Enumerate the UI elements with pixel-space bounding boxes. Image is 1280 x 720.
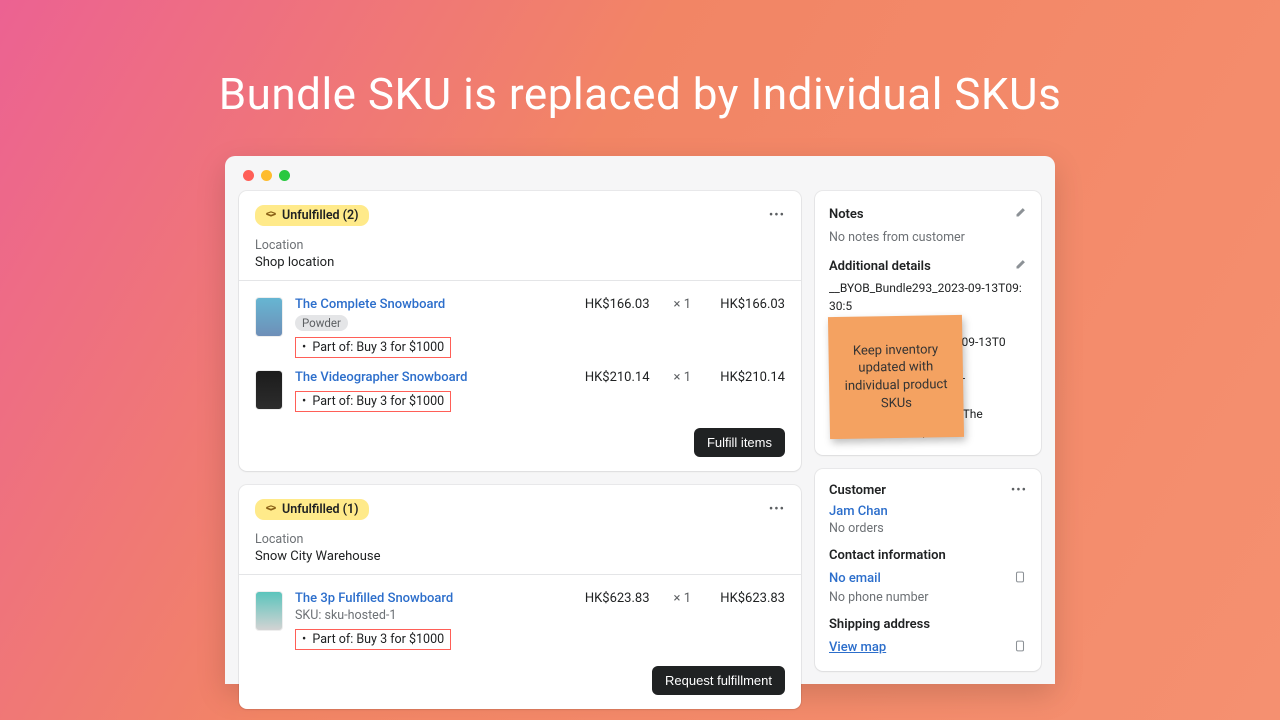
- fulfill-items-button[interactable]: Fulfill items: [694, 428, 785, 457]
- unfulfilled-badge: Unfulfilled (2): [255, 205, 369, 226]
- notes-heading: Notes: [829, 207, 864, 222]
- line-total: HK$166.03: [715, 297, 785, 312]
- line-qty: × 1: [662, 591, 703, 606]
- product-thumbnail[interactable]: [255, 370, 283, 410]
- variant-pill: Powder: [295, 315, 348, 331]
- side-column: Notes No notes from customer Additional …: [815, 191, 1041, 709]
- more-actions-button[interactable]: •••: [1011, 483, 1027, 498]
- view-map-link[interactable]: View map: [829, 640, 886, 655]
- line-item: The 3p Fulfilled Snowboard SKU: sku-host…: [255, 585, 785, 656]
- customer-orders: No orders: [829, 521, 1027, 536]
- shipping-address-heading: Shipping address: [829, 617, 1027, 632]
- hero-title: Bundle SKU is replaced by Individual SKU…: [0, 0, 1280, 156]
- badge-label: Unfulfilled (1): [282, 502, 359, 517]
- location-label: Location: [255, 532, 785, 547]
- line-price: HK$623.83: [585, 591, 650, 606]
- notes-empty: No notes from customer: [829, 230, 1027, 245]
- product-title-link[interactable]: The 3p Fulfilled Snowboard: [295, 591, 453, 606]
- line-qty: × 1: [662, 297, 703, 312]
- unfulfilled-badge: Unfulfilled (1): [255, 499, 369, 520]
- divider: [239, 574, 801, 575]
- no-email-link[interactable]: No email: [829, 571, 881, 586]
- badge-label: Unfulfilled (2): [282, 208, 359, 223]
- close-icon[interactable]: [243, 170, 254, 181]
- location-value: Snow City Warehouse: [255, 549, 785, 564]
- request-fulfillment-button[interactable]: Request fulfillment: [652, 666, 785, 695]
- product-thumbnail[interactable]: [255, 297, 283, 337]
- bundle-partof-highlight: Part of: Buy 3 for $1000: [295, 629, 451, 650]
- pencil-icon[interactable]: [1013, 205, 1027, 224]
- line-total: HK$210.14: [715, 370, 785, 385]
- clipboard-icon[interactable]: [1013, 569, 1027, 588]
- box-open-icon: [265, 504, 277, 516]
- pencil-icon[interactable]: [1013, 257, 1027, 276]
- line-total: HK$623.83: [715, 591, 785, 606]
- additional-details-heading: Additional details: [829, 259, 931, 274]
- customer-heading: Customer: [829, 483, 886, 498]
- sku-label: SKU: sku-hosted-1: [295, 608, 573, 623]
- app-window: Unfulfilled (2) ••• Location Shop locati…: [225, 156, 1055, 684]
- line-qty: × 1: [662, 370, 703, 385]
- fulfillment-card: Unfulfilled (1) ••• Location Snow City W…: [239, 485, 801, 709]
- divider: [239, 280, 801, 281]
- box-open-icon: [265, 210, 277, 222]
- minimize-icon[interactable]: [261, 170, 272, 181]
- more-actions-button[interactable]: •••: [769, 502, 785, 517]
- maximize-icon[interactable]: [279, 170, 290, 181]
- location-value: Shop location: [255, 255, 785, 270]
- product-title-link[interactable]: The Complete Snowboard: [295, 297, 445, 312]
- line-price: HK$210.14: [585, 370, 650, 385]
- line-item: The Complete Snowboard Powder Part of: B…: [255, 291, 785, 364]
- product-title-link[interactable]: The Videographer Snowboard: [295, 370, 467, 385]
- line-item: The Videographer Snowboard Part of: Buy …: [255, 364, 785, 418]
- no-phone: No phone number: [829, 590, 1027, 605]
- main-column: Unfulfilled (2) ••• Location Shop locati…: [239, 191, 801, 709]
- bundle-partof-highlight: Part of: Buy 3 for $1000: [295, 337, 451, 358]
- contact-info-heading: Contact information: [829, 548, 1027, 563]
- customer-card: Customer ••• Jam Chan No orders Contact …: [815, 469, 1041, 671]
- sticky-note: Keep inventory updated with individual p…: [828, 315, 964, 439]
- clipboard-icon[interactable]: [1013, 638, 1027, 657]
- more-actions-button[interactable]: •••: [769, 208, 785, 223]
- bundle-partof-highlight: Part of: Buy 3 for $1000: [295, 391, 451, 412]
- customer-name-link[interactable]: Jam Chan: [829, 504, 1027, 519]
- line-price: HK$166.03: [585, 297, 650, 312]
- product-thumbnail[interactable]: [255, 591, 283, 631]
- fulfillment-card: Unfulfilled (2) ••• Location Shop locati…: [239, 191, 801, 471]
- window-traffic-lights: [239, 170, 1041, 191]
- location-label: Location: [255, 238, 785, 253]
